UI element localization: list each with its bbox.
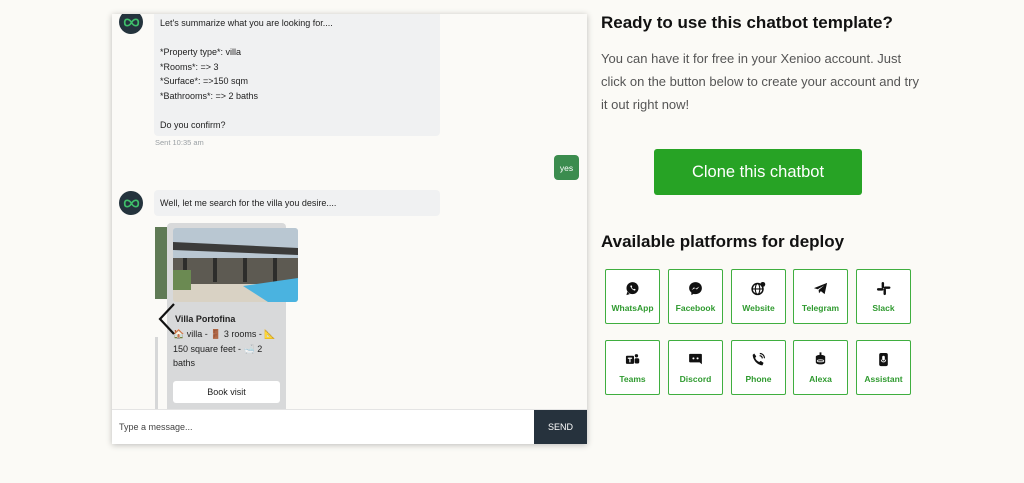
message-line: *Bathrooms*: => 2 baths (160, 90, 259, 101)
infinity-logo-icon (123, 17, 139, 27)
chevron-left-icon (158, 303, 175, 335)
platform-facebook[interactable]: Facebook (668, 269, 723, 324)
message-line: Let's summarize what you are looking for… (160, 18, 333, 28)
whatsapp-icon (625, 281, 640, 296)
bot-avatar (119, 191, 143, 215)
platform-telegram[interactable]: Telegram (793, 269, 848, 324)
message-line (160, 103, 434, 118)
message-input[interactable] (112, 410, 534, 444)
platform-assistant[interactable]: Assistant (856, 340, 911, 395)
message-line: *Rooms*: => 3 (160, 61, 219, 72)
card-title: Villa Portofina (175, 314, 236, 324)
clone-chatbot-button[interactable]: Clone this chatbot (654, 149, 862, 195)
teams-icon (625, 352, 640, 367)
phone-icon (751, 352, 766, 367)
message-line (160, 31, 434, 46)
card-description: 🏠 villa - 🚪 3 rooms - 📐 150 square feet … (173, 329, 276, 368)
carousel-previous-card-image (155, 227, 167, 299)
platforms-heading: Available platforms for deploy (601, 232, 845, 251)
alexa-icon (813, 351, 828, 367)
platform-phone[interactable]: Phone (731, 340, 786, 395)
platform-whatsapp[interactable]: WhatsApp (605, 269, 660, 324)
platform-label: Assistant (864, 373, 903, 384)
message-line: *Surface*: =>150 sqm (160, 76, 249, 86)
infinity-logo-icon (123, 198, 139, 208)
user-reply-bubble: yes (554, 155, 579, 180)
message-line: Do you confirm? (160, 119, 226, 130)
platform-teams[interactable]: Teams (605, 340, 660, 395)
carousel-prev-arrow[interactable] (156, 301, 178, 337)
sent-timestamp: Sent 10:35 am (155, 138, 204, 147)
platform-label: Website (742, 302, 775, 313)
platform-label: Discord (679, 373, 712, 384)
platform-label: Phone (745, 373, 772, 384)
slack-icon (876, 281, 891, 296)
template-description: You can have it for free in your Xenioo … (601, 51, 919, 112)
platform-label: Alexa (809, 373, 832, 384)
chat-widget: Let's summarize what you are looking for… (112, 14, 587, 444)
platform-discord[interactable]: Discord (668, 340, 723, 395)
platform-label: Facebook (675, 302, 716, 313)
chat-messages[interactable]: Let's summarize what you are looking for… (112, 14, 587, 409)
platform-label: Teams (619, 373, 646, 384)
website-icon (751, 281, 766, 296)
assistant-icon (876, 352, 891, 367)
villa-photo (173, 228, 298, 302)
message-composer: SEND (112, 409, 587, 444)
platform-label: Telegram (801, 302, 840, 313)
telegram-icon (813, 281, 828, 296)
platform-label: Slack (872, 302, 895, 313)
bot-avatar (119, 14, 143, 34)
platform-slack[interactable]: Slack (856, 269, 911, 324)
message-line: *Property type*: villa (160, 47, 242, 57)
bot-message-search: Well, let me search for the villa you de… (154, 190, 440, 216)
platform-website[interactable]: Website (731, 269, 786, 324)
bot-message-summary: Let's summarize what you are looking for… (154, 14, 440, 136)
template-heading: Ready to use this chatbot template? (601, 13, 893, 32)
carousel-previous-card (155, 337, 158, 409)
discord-icon (688, 352, 703, 367)
platform-alexa[interactable]: Alexa (793, 340, 848, 395)
messenger-icon (688, 281, 703, 296)
book-visit-button[interactable]: Book visit (173, 381, 280, 403)
send-button[interactable]: SEND (534, 410, 587, 444)
platform-label: WhatsApp (611, 302, 654, 313)
